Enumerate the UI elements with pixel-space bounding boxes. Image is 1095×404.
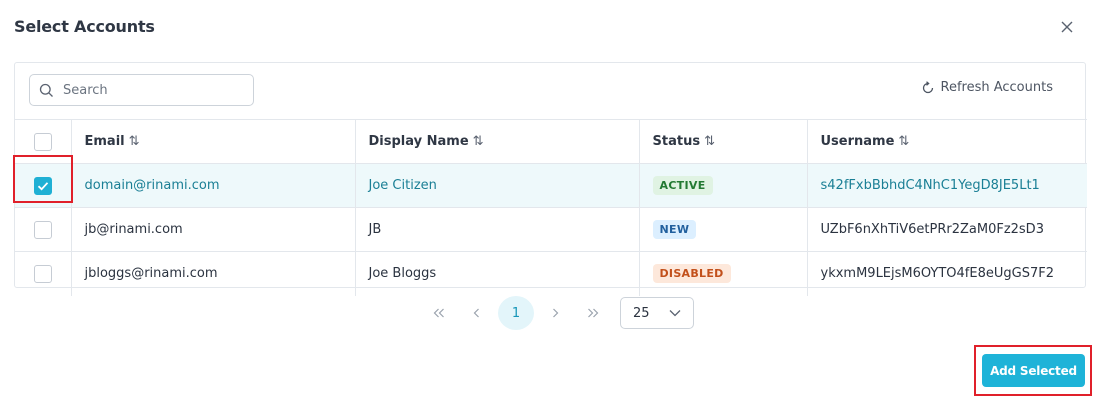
- chevron-down-icon: [669, 310, 681, 317]
- display-name-cell: JB: [354, 207, 639, 252]
- page-1-button[interactable]: 1: [498, 296, 534, 330]
- search-field[interactable]: [29, 74, 254, 106]
- add-selected-button[interactable]: Add Selected: [982, 354, 1085, 387]
- table-row[interactable]: jb@rinami.com JB NEW UZbF6nXhTiV6etPRr2Z…: [15, 207, 1087, 252]
- chevron-right-icon: [553, 308, 559, 318]
- page-size-value: 25: [633, 305, 650, 321]
- status-badge: NEW: [652, 220, 697, 239]
- username-cell: UZbF6nXhTiV6etPRr2ZaM0Fz2sD3: [806, 207, 1087, 252]
- double-chevron-right-icon: [588, 308, 599, 318]
- table-row[interactable]: jbloggs@rinami.com Joe Bloggs DISABLED y…: [15, 251, 1087, 296]
- select-all-checkbox[interactable]: [33, 132, 52, 151]
- column-header-email[interactable]: Email ⇅: [70, 119, 355, 164]
- row-checkbox[interactable]: [33, 220, 52, 239]
- double-chevron-left-icon: [433, 308, 444, 318]
- search-input[interactable]: [63, 82, 233, 98]
- status-cell: ACTIVE: [638, 163, 807, 208]
- page-size-select[interactable]: 25: [620, 297, 694, 329]
- email-cell: domain@rinami.com: [70, 163, 355, 208]
- email-cell: jb@rinami.com: [70, 207, 355, 252]
- table-header-row: Email ⇅ Display Name ⇅ Status ⇅ Username ⇅: [15, 119, 1087, 164]
- display-name-cell: Joe Citizen: [354, 163, 639, 208]
- sort-icon[interactable]: ⇅: [129, 134, 140, 149]
- column-header-status[interactable]: Status ⇅: [638, 119, 807, 164]
- page-title: Select Accounts: [14, 17, 155, 36]
- accounts-table: Email ⇅ Display Name ⇅ Status ⇅ Username ⇅ d…: [15, 119, 1087, 296]
- row-checkbox-cell: [15, 251, 71, 296]
- email-cell: jbloggs@rinami.com: [70, 251, 355, 296]
- close-button[interactable]: [1056, 16, 1078, 38]
- column-header-display-name[interactable]: Display Name ⇅: [354, 119, 639, 164]
- column-header-username[interactable]: Username ⇅: [806, 119, 1087, 164]
- row-checkbox-cell: [15, 207, 71, 252]
- status-cell: DISABLED: [638, 251, 807, 296]
- pagination: 1 25: [420, 296, 694, 330]
- username-cell: s42fFxbBbhdC4NhC1YegD8JE5Lt1: [806, 163, 1087, 208]
- toolbar: Refresh Accounts: [15, 63, 1085, 119]
- sort-icon[interactable]: ⇅: [704, 134, 715, 149]
- row-checkbox[interactable]: [33, 264, 52, 283]
- table-row[interactable]: domain@rinami.com Joe Citizen ACTIVE s42…: [15, 163, 1087, 208]
- checkbox-highlight-box: [13, 155, 73, 203]
- status-badge: ACTIVE: [652, 176, 713, 195]
- search-icon: [39, 83, 53, 97]
- next-page-button[interactable]: [536, 296, 574, 330]
- close-icon: [1061, 21, 1073, 33]
- sort-icon[interactable]: ⇅: [898, 134, 909, 149]
- accounts-panel: Refresh Accounts Email⇅ Display Name⇅ St…: [14, 62, 1087, 296]
- refresh-accounts-label: Refresh Accounts: [940, 80, 1054, 95]
- display-name-cell: Joe Bloggs: [354, 251, 639, 296]
- last-page-button[interactable]: [574, 296, 612, 330]
- chevron-left-icon: [473, 308, 479, 318]
- refresh-icon: [922, 80, 933, 93]
- status-badge: DISABLED: [652, 264, 731, 284]
- refresh-accounts-button[interactable]: Refresh Accounts: [921, 80, 1054, 95]
- sort-icon[interactable]: ⇅: [473, 134, 484, 149]
- previous-page-button[interactable]: [458, 296, 496, 330]
- status-cell: NEW: [638, 207, 807, 252]
- first-page-button[interactable]: [420, 296, 458, 330]
- username-cell: ykxmM9LEjsM6OYTO4fE8eUgGS7F2: [806, 251, 1087, 296]
